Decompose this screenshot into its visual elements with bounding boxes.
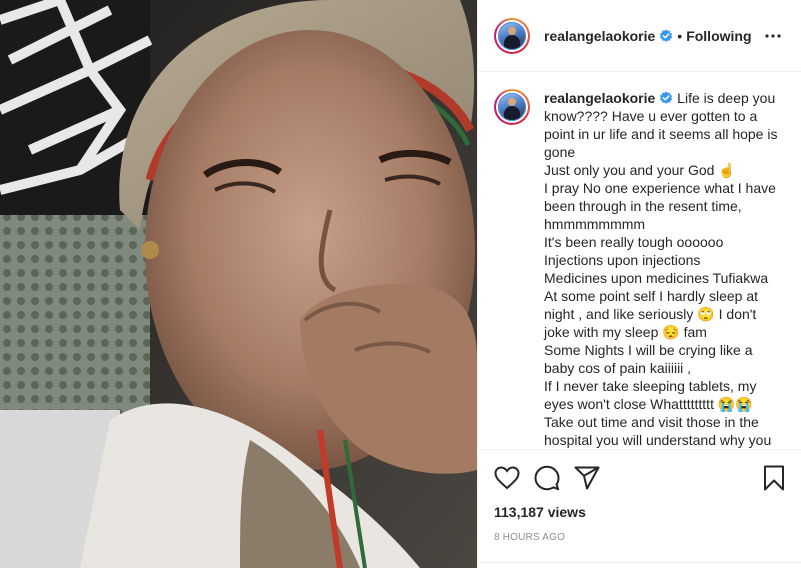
caption-line: Take out time and visit those in the hos… (544, 414, 772, 448)
post-side-panel: realangelaokorie • Following realangelao… (477, 0, 801, 568)
caption-line: Just only you and your God ☝ (544, 162, 736, 178)
caption-section: realangelaokorie Life is deep you know??… (478, 73, 801, 449)
caption-line: Injections upon injections (544, 252, 701, 268)
caption-text: realangelaokorie Life is deep you know??… (544, 89, 784, 449)
caption-line: I pray No one experience what I have bee… (544, 180, 776, 232)
post-header: realangelaokorie • Following (478, 0, 801, 72)
bookmark-icon[interactable] (745, 458, 785, 498)
more-options-icon[interactable] (761, 24, 785, 48)
caption-line: realangelaokorie Life is deep you know??… (544, 89, 784, 161)
post-media[interactable] (0, 0, 477, 568)
caption-username[interactable]: realangelaokorie (544, 90, 655, 106)
post-actions: 113,187 views 8 HOURS AGO (478, 449, 801, 568)
caption-line: It's been really tough oooooo (544, 234, 724, 250)
caption-author-avatar[interactable] (494, 89, 530, 125)
video-frame-image (0, 0, 477, 568)
verified-badge-icon (659, 91, 673, 105)
action-icons-row (494, 458, 785, 498)
author-avatar[interactable] (494, 17, 530, 54)
caption-line: At some point self I hardly sleep at nig… (544, 288, 758, 340)
caption-line: Medicines upon medicines Tufiakwa (544, 270, 769, 286)
author-username[interactable]: realangelaokorie (544, 28, 655, 44)
caption-line: If I never take sleeping tablets, my eye… (544, 378, 757, 412)
heart-icon[interactable] (494, 458, 534, 498)
comment-input-area[interactable] (478, 562, 801, 568)
share-icon[interactable] (574, 458, 614, 498)
verified-badge-icon (659, 29, 673, 43)
post-timestamp[interactable]: 8 HOURS AGO (494, 532, 785, 543)
caption-line: Some Nights I will be crying like a baby… (544, 342, 753, 376)
following-button[interactable]: Following (686, 28, 751, 44)
comment-icon[interactable] (534, 458, 574, 498)
view-count[interactable]: 113,187 views (494, 504, 785, 520)
header-separator: • (677, 27, 683, 44)
